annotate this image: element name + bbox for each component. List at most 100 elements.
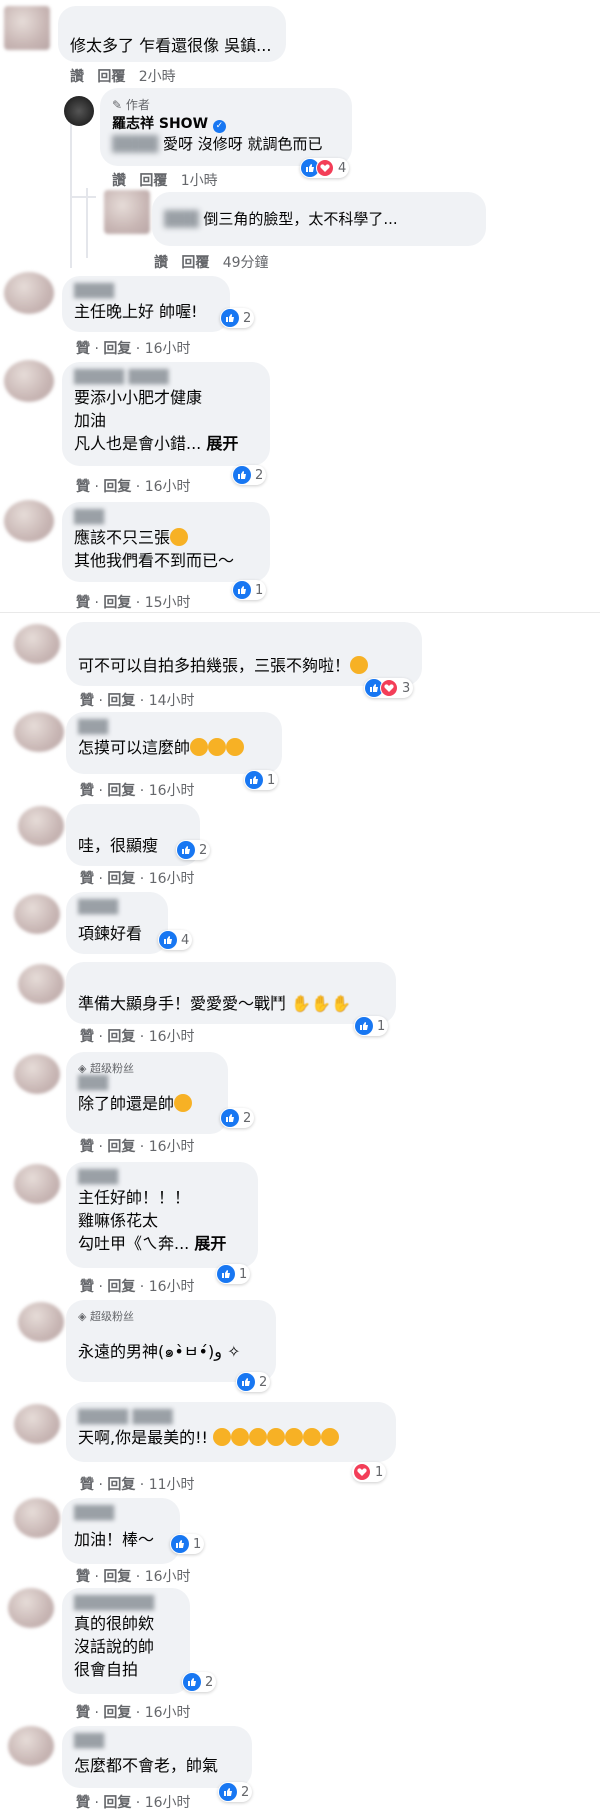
comment-author[interactable]: ​ [70, 14, 274, 30]
avatar[interactable] [8, 1726, 54, 1766]
reply-button[interactable]: 回复 [103, 1795, 131, 1811]
comment-author[interactable]: ████ [78, 900, 156, 916]
avatar[interactable] [18, 806, 64, 846]
comment-author[interactable]: █████ ████ [78, 1410, 384, 1426]
reply-button[interactable]: 回复 [107, 1279, 135, 1295]
reply-button[interactable]: 回复 [107, 1477, 135, 1493]
timestamp[interactable]: 16小时 [145, 341, 191, 357]
comment-author[interactable]: ███ [78, 1076, 216, 1092]
reply-button[interactable]: 回复 [107, 871, 135, 887]
avatar[interactable] [18, 1302, 64, 1342]
reaction-count[interactable]: 2 [236, 1372, 271, 1392]
timestamp[interactable]: 14小时 [149, 693, 195, 709]
timestamp[interactable]: 15小时 [145, 595, 191, 611]
avatar[interactable] [14, 1404, 60, 1444]
reaction-count[interactable]: 2 [220, 1108, 255, 1128]
like-button[interactable]: 贊 [76, 595, 90, 611]
timestamp[interactable]: 49分鐘 [223, 255, 269, 271]
like-button[interactable]: 贊 [76, 1569, 90, 1585]
avatar[interactable] [8, 1588, 54, 1628]
reply-button[interactable]: 回复 [107, 693, 135, 709]
avatar[interactable] [4, 6, 50, 50]
comment-author[interactable]: 羅志祥 SHOW ✓ [112, 113, 340, 133]
timestamp[interactable]: 16小时 [145, 479, 191, 495]
reply-button[interactable]: 回复 [107, 1139, 135, 1155]
timestamp[interactable]: 16小时 [145, 1569, 191, 1585]
comment-author[interactable]: ████ [74, 284, 218, 300]
reaction-count[interactable]: 2 [220, 308, 255, 328]
like-button[interactable]: 贊 [80, 693, 94, 709]
timestamp[interactable]: 2小時 [139, 69, 176, 85]
like-button[interactable]: 贊 [80, 1279, 94, 1295]
timestamp[interactable]: 16小时 [149, 1139, 195, 1155]
see-more-link[interactable]: 展开 [194, 1234, 226, 1253]
timestamp[interactable]: 16小时 [145, 1705, 191, 1721]
like-button[interactable]: 贊 [76, 341, 90, 357]
avatar[interactable] [104, 190, 150, 234]
reply-button[interactable]: 回覆 [181, 255, 209, 271]
avatar[interactable] [4, 360, 54, 402]
comment-author[interactable]: ███ [74, 1734, 240, 1750]
reply-button[interactable]: 回复 [103, 595, 131, 611]
comment-author[interactable]: ███ [78, 720, 270, 736]
avatar[interactable] [14, 1498, 60, 1538]
avatar[interactable] [4, 272, 54, 314]
reply-button[interactable]: 回复 [103, 479, 131, 495]
reaction-count[interactable]: 1 [352, 1462, 387, 1482]
timestamp[interactable]: 16小时 [149, 871, 195, 887]
reaction-count[interactable]: 1 [354, 1016, 389, 1036]
timestamp[interactable]: 1小時 [181, 173, 218, 189]
like-button[interactable]: 讚 [154, 255, 168, 271]
comment-author[interactable]: ████████ [74, 1596, 178, 1612]
reaction-count[interactable]: 2 [232, 465, 267, 485]
timestamp[interactable]: 16小时 [149, 783, 195, 799]
author-avatar[interactable] [64, 96, 94, 126]
comment-author[interactable]: ███ [74, 510, 258, 526]
like-button[interactable]: 贊 [80, 1139, 94, 1155]
reaction-count[interactable]: 2 [176, 840, 211, 860]
like-button[interactable]: 贊 [76, 1705, 90, 1721]
like-button[interactable]: 讚 [112, 173, 126, 189]
timestamp[interactable]: 16小时 [149, 1279, 195, 1295]
like-button[interactable]: 贊 [76, 1795, 90, 1811]
reaction-count[interactable]: 2 [218, 1782, 253, 1802]
comment-author[interactable]: ​ [78, 1324, 264, 1340]
mention[interactable]: ███ [164, 210, 199, 228]
reply-button[interactable]: 回复 [107, 1029, 135, 1045]
like-button[interactable]: 贊 [76, 479, 90, 495]
reply-button[interactable]: 回复 [103, 1569, 131, 1585]
mention[interactable]: ████ [112, 135, 158, 153]
avatar[interactable] [14, 624, 60, 664]
like-button[interactable]: 贊 [80, 871, 94, 887]
reaction-count[interactable]: 2 [182, 1672, 217, 1692]
avatar[interactable] [4, 500, 54, 542]
reply-button[interactable]: 回覆 [139, 173, 167, 189]
see-more-link[interactable]: 展开 [206, 434, 238, 453]
reply-button[interactable]: 回复 [107, 783, 135, 799]
reaction-count[interactable]: 1 [216, 1264, 251, 1284]
like-button[interactable]: 贊 [80, 783, 94, 799]
reaction-count[interactable]: 1 [170, 1534, 205, 1554]
avatar[interactable] [14, 712, 64, 752]
avatar[interactable] [14, 1164, 60, 1204]
timestamp[interactable]: 16小时 [149, 1029, 195, 1045]
reply-button[interactable]: 回覆 [97, 69, 125, 85]
avatar[interactable] [14, 894, 60, 934]
comment-author[interactable]: █████ ████ [74, 370, 258, 386]
timestamp[interactable]: 16小时 [145, 1795, 191, 1811]
like-button[interactable]: 贊 [80, 1477, 94, 1493]
like-button[interactable]: 讚 [70, 69, 84, 85]
reaction-count[interactable]: 4 [158, 930, 193, 950]
reaction-count[interactable]: 4 [300, 158, 350, 178]
reply-button[interactable]: 回复 [103, 341, 131, 357]
reaction-count[interactable]: 3 [364, 678, 414, 698]
avatar[interactable] [18, 964, 64, 1004]
reaction-count[interactable]: 1 [244, 770, 279, 790]
like-button[interactable]: 贊 [80, 1029, 94, 1045]
comment-author[interactable]: ████ [78, 1170, 246, 1186]
avatar[interactable] [14, 1054, 60, 1094]
reply-button[interactable]: 回复 [103, 1705, 131, 1721]
comment-author[interactable]: ████ [74, 1506, 168, 1522]
reaction-count[interactable]: 1 [232, 580, 267, 600]
timestamp[interactable]: 11小时 [149, 1477, 195, 1493]
